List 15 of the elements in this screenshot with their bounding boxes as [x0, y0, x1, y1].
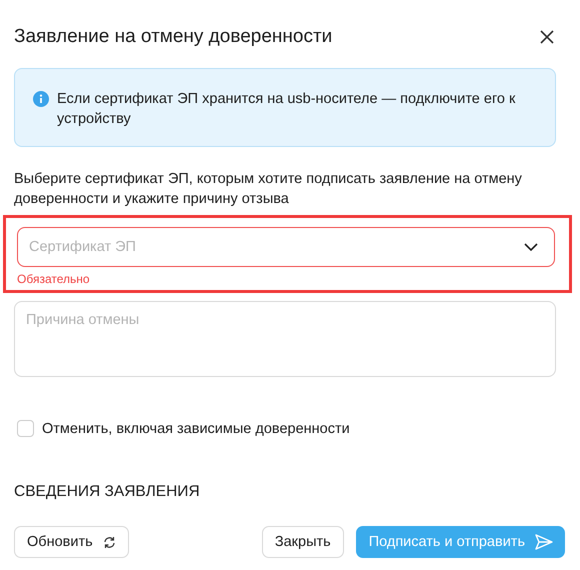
close-button[interactable]: Закрыть [262, 526, 344, 558]
close-icon[interactable] [538, 28, 556, 46]
section-title: СВЕДЕНИЯ ЗАЯВЛЕНИЯ [14, 483, 201, 501]
send-icon [535, 534, 553, 550]
error-text: Обязательно [17, 272, 91, 286]
checkbox[interactable] [17, 420, 34, 437]
refresh-button[interactable]: Обновить [14, 526, 129, 558]
info-icon [33, 91, 49, 107]
checkbox-label: Отменить, включая зависимые доверенности [42, 420, 350, 436]
info-text: Если сертификат ЭП хранится на usb-носителе — подключите его к устройству [57, 90, 516, 129]
reason-field[interactable]: Причина отмены [14, 301, 556, 377]
refresh-icon [102, 536, 116, 548]
instruction-text: Выберите сертификат ЭП, которым хотите подписать заявление на отмену доверенности и укажите причину отзыва [14, 170, 523, 209]
chevron-down-icon [524, 243, 538, 251]
dialog-title: Заявление на отмену доверенности [14, 26, 332, 48]
